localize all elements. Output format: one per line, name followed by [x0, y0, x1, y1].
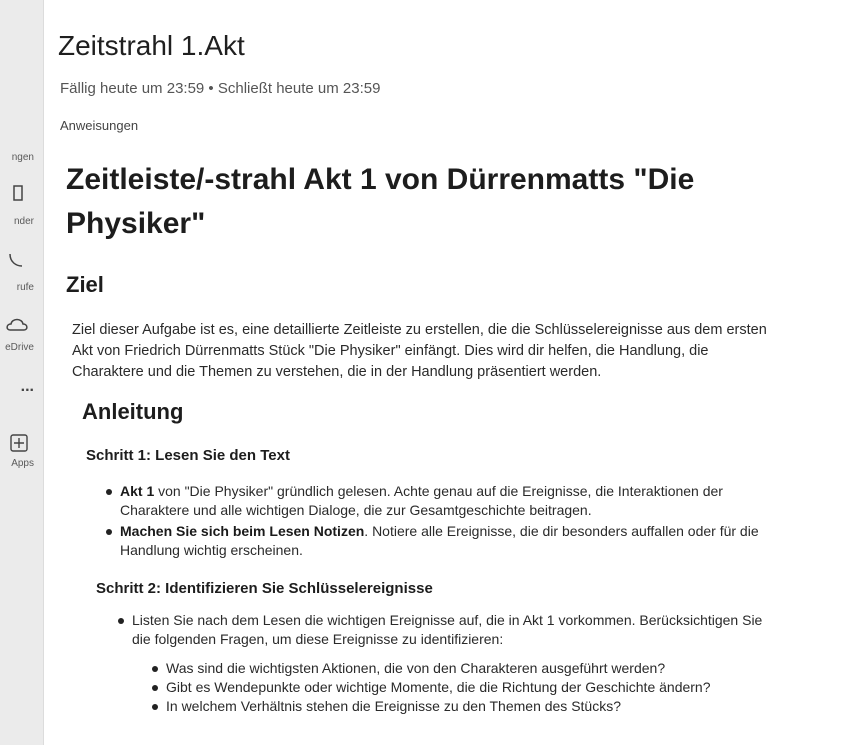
- rail-item-label[interactable]: ngen: [0, 152, 44, 163]
- list-item: Listen Sie nach dem Lesen die wichtigen …: [118, 611, 772, 649]
- list-item: In welchem Verhältnis stehen die Ereigni…: [152, 697, 766, 716]
- step2-heading: Schritt 2: Identifizieren Sie Schlüssele…: [96, 580, 433, 597]
- rail-item-label[interactable]: rufe: [0, 282, 44, 293]
- due-date: Fällig heute um 23:59 • Schließt heute u…: [60, 80, 381, 97]
- calls-icon[interactable]: [6, 250, 26, 270]
- book-icon[interactable]: [12, 184, 26, 202]
- list-item: Akt 1 von "Die Physiker" gründlich geles…: [106, 482, 770, 520]
- more-apps-icon[interactable]: ...: [0, 378, 44, 396]
- rail-item-label[interactable]: Apps: [0, 458, 44, 469]
- goal-heading: Ziel: [66, 272, 104, 297]
- list-item: Gibt es Wendepunkte oder wichtige Moment…: [152, 678, 766, 697]
- question-list: Was sind die wichtigsten Aktionen, die v…: [152, 659, 766, 716]
- list-item: Was sind die wichtigsten Aktionen, die v…: [152, 659, 766, 678]
- cloud-icon[interactable]: [6, 316, 32, 332]
- step1-heading: Schritt 1: Lesen Sie den Text: [86, 447, 290, 464]
- add-apps-icon[interactable]: [10, 434, 28, 452]
- instructions-content: Zeitleiste/-strahl Akt 1 von Dürrenmatts…: [66, 158, 806, 716]
- document-title: Zeitleiste/-strahl Akt 1 von Dürrenmatts…: [66, 163, 695, 240]
- list-item: Machen Sie sich beim Lesen Notizen. Noti…: [106, 522, 770, 560]
- rail-item-label[interactable]: eDrive: [0, 342, 44, 353]
- goal-text: Ziel dieser Aufgabe ist es, eine detaill…: [72, 322, 767, 380]
- assignment-title: Zeitstrahl 1.Akt: [58, 30, 245, 61]
- step2-list: Listen Sie nach dem Lesen die wichtigen …: [118, 611, 772, 649]
- instructions-label: Anweisungen: [60, 118, 139, 133]
- app-rail: ngen nder rufe eDrive ... Apps: [0, 0, 44, 745]
- rail-item-label[interactable]: nder: [0, 216, 44, 227]
- guide-heading: Anleitung: [82, 399, 184, 424]
- step1-list: Akt 1 von "Die Physiker" gründlich geles…: [106, 482, 770, 560]
